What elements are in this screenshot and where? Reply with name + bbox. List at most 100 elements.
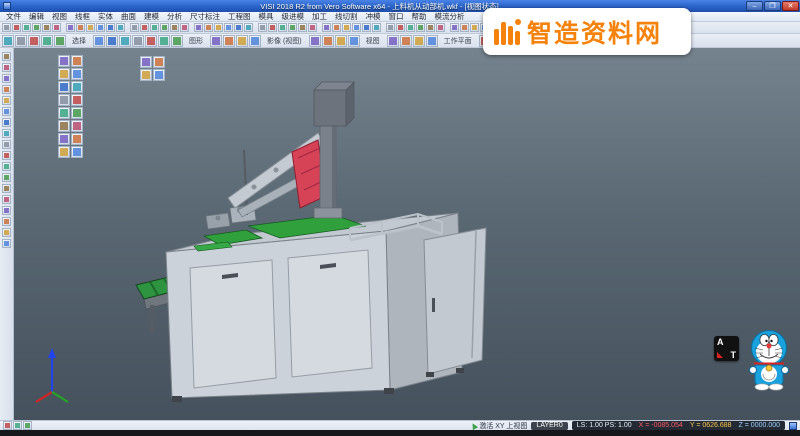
toolbar-icon[interactable] [58,68,70,80]
toolbar-icon[interactable] [153,69,165,81]
toolbar-icon[interactable] [58,81,70,93]
toolbar-icon[interactable] [71,55,83,67]
toolbar-icon[interactable] [2,63,11,72]
toolbar-icon[interactable] [106,35,118,47]
toolbar-icon[interactable] [22,23,31,32]
toolbar-icon[interactable] [153,56,165,68]
toolbar-icon[interactable] [28,35,40,47]
toolbar-icon[interactable] [12,23,21,32]
toolbar-icon[interactable] [322,35,334,47]
toolbar-icon[interactable] [132,35,144,47]
toolbar-icon[interactable] [145,35,157,47]
toolbar-icon[interactable] [224,23,233,32]
toolbar-icon[interactable] [150,23,159,32]
toolbar-icon[interactable] [322,23,331,32]
toolbar-icon[interactable] [406,23,415,32]
toolbar-icon[interactable] [23,421,32,430]
toolbar-icon[interactable] [249,35,261,47]
menu-item[interactable]: 文件 [2,12,25,22]
toolbar-icon[interactable] [2,184,11,193]
toolbar-icon[interactable] [258,23,267,32]
toolbar-icon[interactable] [116,23,125,32]
toolbar-icon[interactable] [413,35,425,47]
maximize-button[interactable]: ❐ [764,1,781,11]
cabinet-left-door[interactable] [190,260,276,388]
toolbar-icon[interactable] [140,23,149,32]
toolbar-icon[interactable] [130,23,139,32]
layer-badge[interactable]: LAYER0 [531,422,567,430]
menu-item[interactable]: 模流分析 [431,12,469,22]
toolbar-icon[interactable] [2,173,11,182]
toolbar-icon[interactable] [58,55,70,67]
toolbar-icon[interactable] [71,133,83,145]
toolbar-icon[interactable] [386,23,395,32]
toolbar-icon[interactable] [2,151,11,160]
menu-item[interactable]: 冲模 [362,12,385,22]
toolbar-icon[interactable] [2,107,11,116]
toolbar-icon[interactable] [3,421,12,430]
toolbar-icon[interactable] [2,74,11,83]
toolbar-icon[interactable] [2,162,11,171]
toolbar-icon[interactable] [41,35,53,47]
active-view-indicator[interactable]: 激活 XY 上视图 [471,421,527,431]
toolbar-icon[interactable] [71,120,83,132]
toolbar-icon[interactable] [2,118,11,127]
toolbar-icon[interactable] [71,146,83,158]
cabinet-right-door[interactable] [288,250,372,377]
toolbar-icon[interactable] [460,23,469,32]
close-button[interactable]: ✕ [782,1,799,11]
toolbar-icon[interactable] [309,35,321,47]
toolbar-icon[interactable] [13,421,22,430]
toolbar-icon[interactable] [194,23,203,32]
toolbar-icon[interactable] [119,35,131,47]
toolbar-icon[interactable] [268,23,277,32]
toolbar-icon[interactable] [2,217,11,226]
toolbar-icon[interactable] [436,23,445,32]
toolbar-icon[interactable] [52,23,61,32]
toolbar-icon[interactable] [71,94,83,106]
toolbar-icon[interactable] [58,133,70,145]
toolbar-icon[interactable] [71,81,83,93]
toolbar-icon[interactable] [387,35,399,47]
toolbar-icon[interactable] [2,228,11,237]
toolbar-icon[interactable] [214,23,223,32]
toolbar-icon[interactable] [140,56,152,68]
toolbar-icon[interactable] [160,23,169,32]
toolbar-icon[interactable] [58,94,70,106]
toolbar-icon[interactable] [2,239,11,248]
toolbar-icon[interactable] [180,23,189,32]
toolbar-icon[interactable] [204,23,213,32]
menu-item[interactable]: 线框 [71,12,94,22]
toolbar-icon[interactable] [2,52,11,61]
toolbar-icon[interactable] [470,23,479,32]
toolbar-icon[interactable] [2,140,11,149]
toolbar-icon[interactable] [58,120,70,132]
menu-item[interactable]: 工程图 [224,12,255,22]
toolbar-icon[interactable] [2,206,11,215]
toolbar-icon[interactable] [362,23,371,32]
toolbar-icon[interactable] [2,195,11,204]
toolbar-icon[interactable] [170,23,179,32]
menu-item[interactable]: 曲面 [117,12,140,22]
toolbar-icon[interactable] [2,85,11,94]
toolbar-icon[interactable] [298,23,307,32]
toolbar-icon[interactable] [158,35,170,47]
toolbar-icon[interactable] [71,107,83,119]
menu-item[interactable]: 加工 [308,12,331,22]
menu-item[interactable]: 编辑 [25,12,48,22]
menu-item[interactable]: 帮助 [408,12,431,22]
toolbar-icon[interactable] [71,68,83,80]
toolbar-icon[interactable] [106,23,115,32]
status-end-icon[interactable] [789,422,797,430]
toolbar-icon[interactable] [210,35,222,47]
toolbar-icon[interactable] [236,35,248,47]
toolbar-icon[interactable] [2,35,14,47]
toolbar-icon[interactable] [93,35,105,47]
toolbar-icon[interactable] [332,23,341,32]
toolbar-icon[interactable] [42,23,51,32]
toolbar-icon[interactable] [2,129,11,138]
menu-item[interactable]: 线切割 [331,12,362,22]
menu-item[interactable]: 尺寸标注 [186,12,224,22]
toolbar-icon[interactable] [223,35,235,47]
menu-item[interactable]: 建模 [140,12,163,22]
